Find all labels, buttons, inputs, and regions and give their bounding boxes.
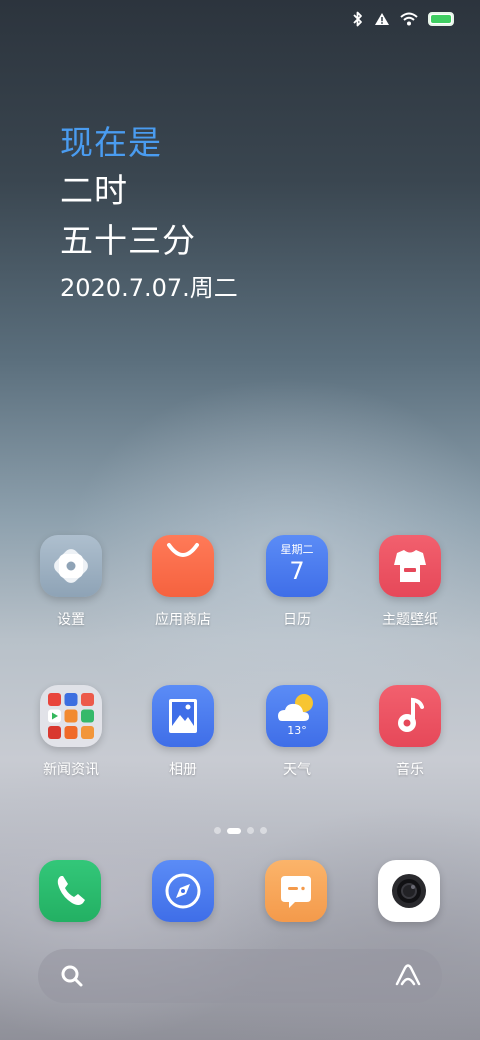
app-settings[interactable]: 设置 (16, 535, 126, 629)
app-music[interactable]: 音乐 (355, 685, 465, 779)
app-label: 天气 (283, 762, 311, 778)
app-label: 主题壁纸 (382, 612, 438, 628)
messages-icon[interactable] (265, 860, 327, 922)
calendar-weekday: 星期二 (280, 543, 314, 556)
settings-icon (40, 535, 102, 597)
weather-temp: 13° (287, 724, 307, 737)
calendar-icon: 星期二 7 (266, 535, 328, 597)
battery-level (431, 15, 451, 23)
app-theme[interactable]: 主题壁纸 (355, 535, 465, 629)
clock-minute: 五十三分 (60, 221, 196, 260)
app-label: 应用商店 (155, 612, 211, 628)
app-label: 相册 (169, 762, 197, 778)
news-folder-icon (40, 685, 102, 747)
search-bar[interactable] (38, 949, 442, 1003)
app-gallery[interactable]: 相册 (128, 685, 238, 779)
assistant-icon[interactable] (394, 962, 422, 994)
page-dot[interactable] (213, 827, 221, 834)
clock-widget[interactable]: 现在是 二时 五十三分 2020.7.07.周二 (60, 120, 238, 308)
clock-hour: 二时 (60, 171, 128, 210)
app-label: 设置 (57, 612, 85, 628)
theme-wallpaper-icon (379, 535, 441, 597)
app-weather[interactable]: 13° 天气 (242, 685, 352, 779)
app-calendar[interactable]: 星期二 7 日历 (242, 535, 352, 629)
clock-label: 现在是 (60, 123, 162, 162)
app-store[interactable]: 应用商店 (128, 535, 238, 629)
page-indicator[interactable] (0, 827, 480, 834)
music-icon (379, 685, 441, 747)
clock-date: 2020.7.07.周二 (60, 274, 238, 302)
page-dot-active[interactable] (226, 827, 241, 834)
bluetooth-icon (352, 11, 364, 27)
app-label: 音乐 (396, 762, 424, 778)
calendar-day: 7 (289, 557, 305, 585)
wifi-icon (400, 12, 418, 26)
folder-news[interactable]: 新闻资讯 (16, 685, 126, 779)
gallery-icon (152, 685, 214, 747)
app-label: 新闻资讯 (43, 762, 99, 778)
weather-icon: 13° (266, 685, 328, 747)
app-store-icon (152, 535, 214, 597)
search-icon[interactable] (60, 964, 84, 992)
camera-icon[interactable] (378, 860, 440, 922)
status-bar (0, 0, 480, 40)
status-icons (352, 11, 454, 27)
phone-icon[interactable] (39, 860, 101, 922)
app-label: 日历 (283, 612, 311, 628)
battery-icon (428, 12, 454, 26)
page-dot[interactable] (246, 827, 254, 834)
warning-icon (374, 12, 390, 26)
browser-icon[interactable] (152, 860, 214, 922)
page-dot[interactable] (259, 827, 267, 834)
